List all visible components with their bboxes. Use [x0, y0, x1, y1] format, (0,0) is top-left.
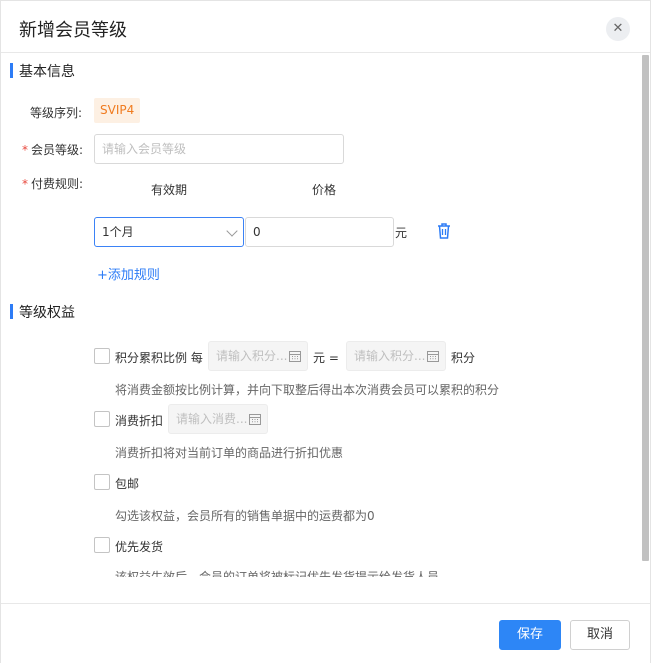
section-accent-bar — [10, 63, 13, 78]
points-amount-placeholder: 请输入积分... — [216, 349, 288, 363]
discount-placeholder: 请输入消费... — [176, 412, 248, 426]
required-mark: * — [22, 143, 28, 157]
member-level-label-text: 会员等级: — [31, 143, 84, 157]
dialog-header: 新增会员等级 ✕ — [1, 1, 650, 53]
free-shipping-checkbox[interactable] — [94, 474, 110, 490]
add-rule-link[interactable]: +添加规则 — [97, 264, 160, 283]
discount-desc: 消费折扣将对当前订单的商品进行折扣优惠 — [115, 446, 344, 460]
validity-select[interactable]: 1个月 — [94, 217, 244, 247]
chevron-down-icon — [226, 225, 238, 237]
dialog-body: 基本信息 等级序列: SVIP4 * 会员等级: 请输入会员等级 * 付费规则: 有… — [1, 54, 650, 603]
discount-checkbox[interactable] — [94, 411, 110, 427]
validity-select-value: 1个月 — [102, 225, 134, 239]
col-validity-header: 有效期 — [151, 183, 188, 197]
dialog-footer: 保存 取消 — [1, 603, 650, 663]
member-level-placeholder: 请输入会员等级 — [102, 142, 187, 156]
calendar-icon — [427, 351, 439, 362]
fee-rule-label-text: 付费规则: — [31, 177, 84, 191]
member-level-input[interactable]: 请输入会员等级 — [94, 134, 344, 164]
points-value-input[interactable]: 请输入积分... — [346, 341, 446, 371]
close-button[interactable]: ✕ — [606, 17, 630, 41]
section-accent-bar — [10, 304, 13, 319]
member-level-dialog: 新增会员等级 ✕ 基本信息 等级序列: SVIP4 * 会员等级: 请输入会员等级… — [0, 0, 651, 663]
price-input[interactable]: 0 — [245, 217, 394, 247]
points-ratio-desc: 将消费金额按比例计算，并向下取整后得出本次消费会员可以累积的积分 — [115, 383, 500, 397]
discount-label: 消费折扣 — [115, 414, 164, 428]
section-title: 基本信息 — [19, 64, 75, 80]
price-input-value: 0 — [253, 225, 261, 239]
member-level-label: * 会员等级: — [22, 141, 83, 158]
points-amount-input[interactable]: 请输入积分... — [208, 341, 308, 371]
points-unit: 积分 — [451, 351, 476, 365]
scrollbar-thumb[interactable] — [642, 55, 649, 561]
save-button[interactable]: 保存 — [499, 620, 561, 650]
priority-shipping-desc: 该权益生效后，会员的订单将被标记优先发货提示给发货人员 — [115, 568, 439, 577]
points-ratio-checkbox[interactable] — [94, 348, 110, 364]
cancel-button[interactable]: 取消 — [570, 620, 630, 650]
priority-shipping-desc-text: 该权益生效后，会员的订单将被标记优先发货提示给发货人员 — [115, 570, 440, 577]
points-ratio-label: 积分累积比例 每 — [115, 351, 203, 365]
priority-shipping-label: 优先发货 — [115, 540, 164, 554]
points-eq-text: 元 = — [313, 351, 339, 365]
calendar-icon — [289, 351, 301, 362]
level-seq-badge: SVIP4 — [94, 98, 141, 123]
close-icon: ✕ — [612, 21, 624, 36]
priority-shipping-checkbox[interactable] — [94, 537, 110, 553]
dialog-title: 新增会员等级 — [19, 20, 127, 41]
points-value-placeholder: 请输入积分... — [354, 349, 426, 363]
free-shipping-desc: 勾选该权益，会员所有的销售单据中的运费都为0 — [115, 509, 375, 523]
free-shipping-label: 包邮 — [115, 477, 140, 491]
price-unit: 元 — [395, 226, 408, 240]
col-price-header: 价格 — [312, 183, 337, 197]
calendar-icon — [249, 414, 261, 425]
discount-input[interactable]: 请输入消费... — [168, 404, 268, 434]
level-seq-label: 等级序列: — [30, 106, 83, 120]
required-mark: * — [22, 177, 28, 191]
fee-rule-label: * 付费规则: — [22, 175, 83, 192]
trash-icon[interactable] — [436, 222, 452, 240]
section-title: 等级权益 — [19, 305, 75, 321]
